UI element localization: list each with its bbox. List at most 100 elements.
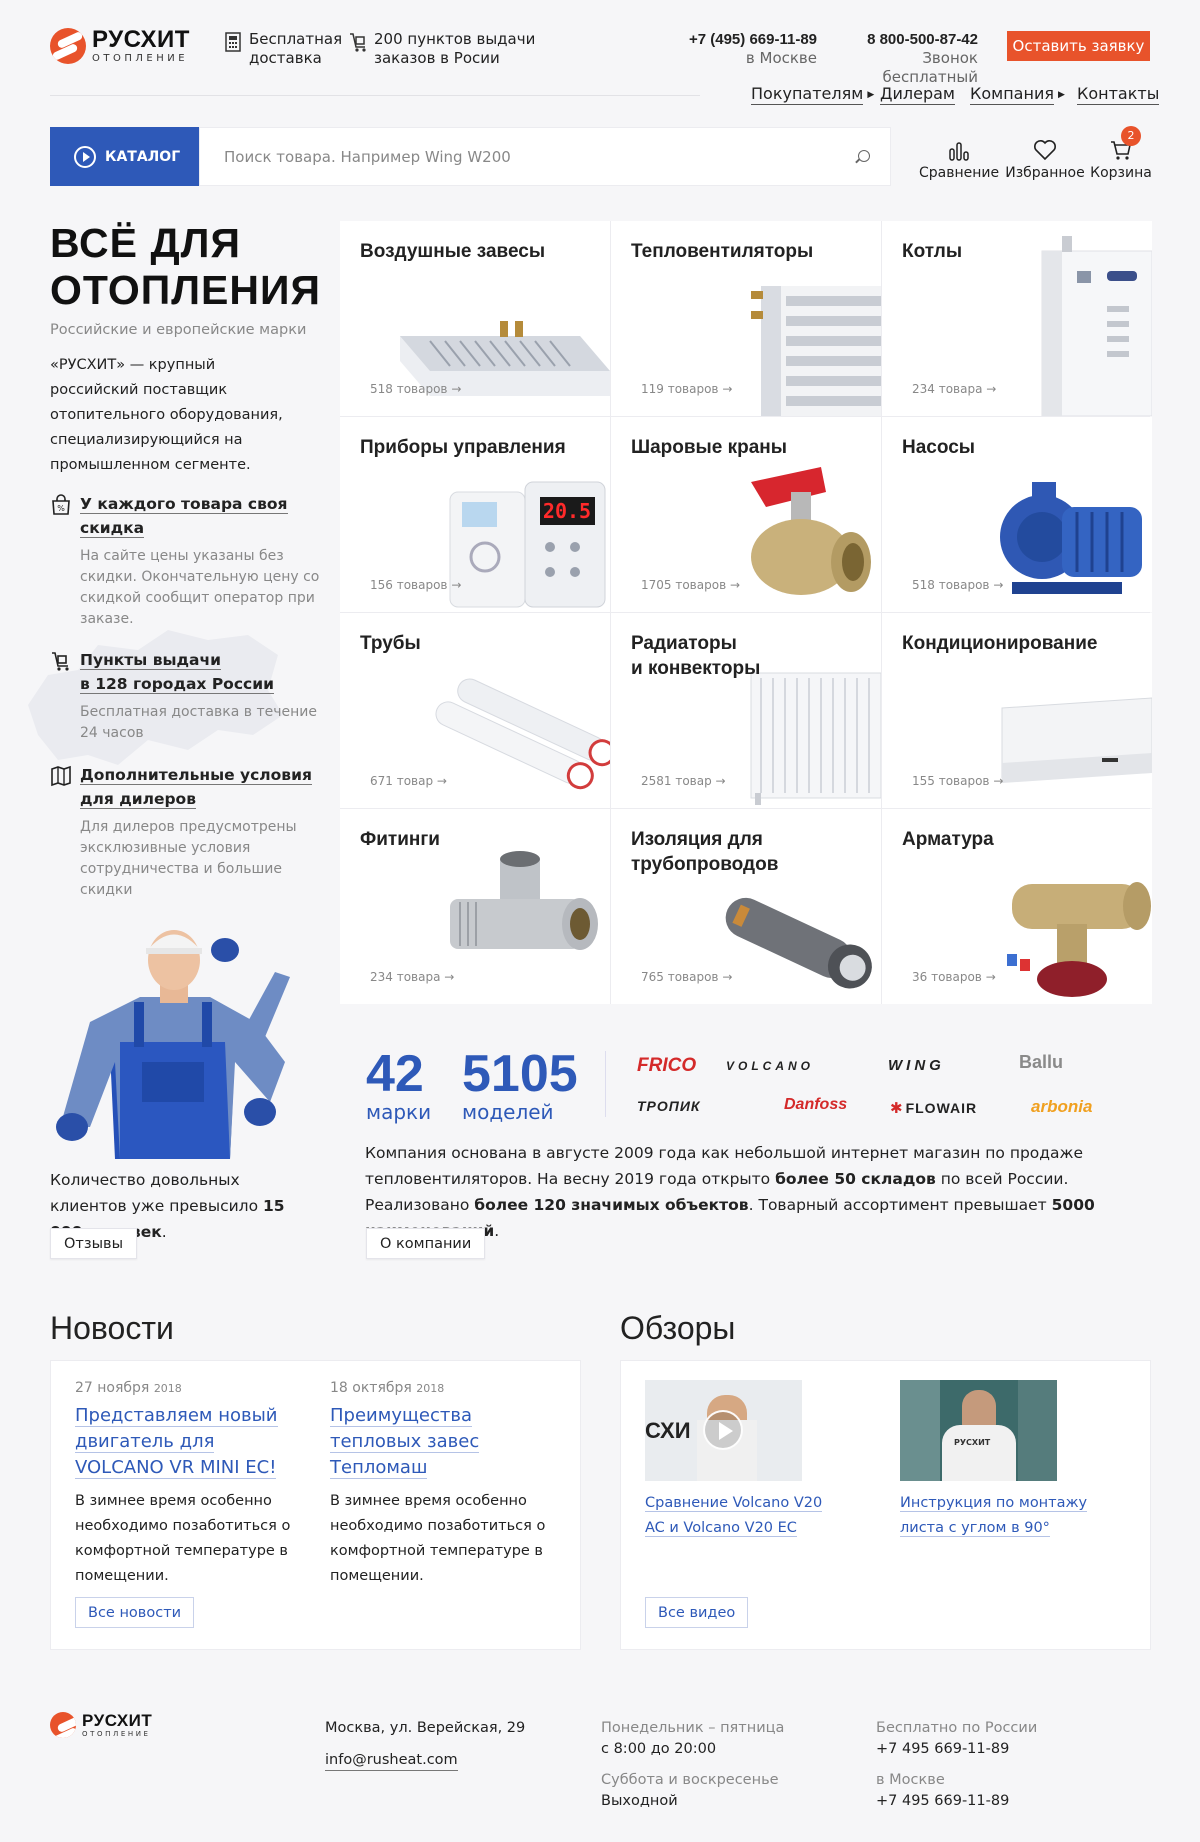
catalog-label: КАТАЛОГ	[105, 148, 181, 165]
news-title-link[interactable]: Представляем новый двигатель для VOLCANO…	[75, 1405, 278, 1479]
category-count[interactable]: 36 товаров →	[912, 970, 996, 984]
category-tile[interactable]: Радиаторы и конвекторы 2581 товар →	[611, 613, 881, 808]
category-tile[interactable]: Фитинги 234 товара →	[340, 809, 610, 1004]
brand-volcano[interactable]: VOLCANO	[726, 1059, 814, 1073]
category-count[interactable]: 518 товаров →	[912, 578, 1003, 592]
controller-image: 20.5	[449, 481, 606, 608]
nav-contacts-label: Контакты	[1077, 84, 1160, 105]
category-count[interactable]: 765 товаров →	[641, 970, 732, 984]
svg-text:%: %	[57, 504, 65, 513]
cart-dolly-icon	[350, 33, 366, 52]
category-tile[interactable]: Воздушные завесы 518 товаров →	[340, 221, 610, 416]
category-count[interactable]: 2581 товар →	[641, 774, 726, 788]
category-tile[interactable]: Шаровые краны 1705 товаров →	[611, 417, 881, 612]
category-count[interactable]: 119 товаров →	[641, 382, 732, 396]
video-thumb-text: РУСХИТ	[954, 1438, 991, 1447]
nav-company[interactable]: Компания ▶	[970, 84, 1065, 105]
news-title-link[interactable]: Преимущества тепловых завес Тепломаш	[330, 1405, 480, 1479]
category-count[interactable]: 156 товаров →	[370, 578, 461, 592]
brand-tropik[interactable]: ТРОПИК	[637, 1098, 701, 1114]
footer-phones: Бесплатно по России +7 495 669-11-89 в М…	[876, 1718, 1037, 1812]
logo-name: РУСХИТ	[92, 26, 190, 53]
search-icon[interactable]	[858, 150, 870, 162]
reviews-button[interactable]: Отзывы	[50, 1228, 138, 1259]
compare-tool[interactable]: Сравнение	[919, 135, 999, 181]
all-videos-button[interactable]: Все видео	[645, 1597, 749, 1628]
favorites-tool[interactable]: Избранное	[1005, 135, 1085, 181]
category-tile[interactable]: Трубы 671 товар →	[340, 613, 610, 808]
search-input[interactable]	[200, 128, 800, 185]
category-count[interactable]: 518 товаров →	[370, 382, 461, 396]
nav-dealers[interactable]: Дилерам	[880, 84, 955, 105]
news-year: 2018	[153, 1382, 182, 1395]
calculator-icon	[225, 32, 241, 52]
weekend-hours: Выходной	[601, 1793, 678, 1809]
feature-dealers-text: Для дилеров предусмотрены эксклюзивные у…	[80, 819, 297, 898]
feature-dealers-title-2[interactable]: для дилеров	[80, 790, 197, 809]
shopping-bag-icon: %	[52, 494, 70, 515]
category-title: Воздушные завесы	[360, 241, 546, 262]
intro-text: «РУСХИТ» — крупный российский поставщик …	[50, 357, 283, 473]
category-tile[interactable]: Кондиционирование 155 товаров →	[882, 613, 1152, 808]
valve-image	[1007, 882, 1151, 997]
feature-pickup-title-1[interactable]: Пункты выдачи	[80, 651, 222, 670]
category-tile[interactable]: Приборы управления 156 товаров → 20.5	[340, 417, 610, 612]
category-tile[interactable]: Арматура 36 товаров →	[882, 809, 1152, 1004]
moscow-phone[interactable]: +7 495 669-11-89	[876, 1791, 1037, 1812]
cart-count-badge: 2	[1121, 126, 1141, 146]
category-tile[interactable]: Котлы 234 товара →	[882, 221, 1152, 416]
cart-tool[interactable]: Корзина	[1090, 135, 1152, 181]
nav-buyers[interactable]: Покупателям ▶	[751, 84, 874, 105]
category-count[interactable]: 671 товар →	[370, 774, 447, 788]
brand-wing[interactable]: WING	[888, 1057, 945, 1074]
about-text-3: . Товарный ассортимент превышает	[748, 1196, 1052, 1214]
brand-arbonia[interactable]: arbonia	[1031, 1097, 1092, 1117]
category-count[interactable]: 155 товаров →	[912, 774, 1003, 788]
fan-heater-image	[751, 286, 881, 416]
news-heading: Новости	[50, 1310, 174, 1346]
free-phone[interactable]: +7 495 669-11-89	[876, 1739, 1037, 1760]
catalog-button[interactable]: КАТАЛОГ	[50, 127, 199, 186]
footer-logo[interactable]: РУСХИТ ОТОПЛЕНИЕ	[50, 1712, 152, 1738]
page-title: ВСЁ ДЛЯ ОТОПЛЕНИЯ	[50, 220, 321, 314]
feature-dealers-title-1[interactable]: Дополнительные условия	[80, 766, 312, 785]
phone-free[interactable]: 8 800-500-87-42	[830, 30, 978, 49]
pickup-line-2: заказов в Росии	[374, 49, 500, 67]
category-count[interactable]: 1705 товаров →	[641, 578, 740, 592]
video-thumbnail[interactable]: СХИ	[645, 1380, 802, 1481]
play-icon[interactable]	[703, 1410, 743, 1450]
weekdays-hours: с 8:00 до 20:00	[601, 1741, 717, 1757]
feature-discount: % У каждого товара своя скидка На сайте ц…	[50, 492, 320, 630]
logo-subtitle: ОТОПЛЕНИЕ	[92, 53, 189, 64]
category-count[interactable]: 234 товара →	[912, 382, 996, 396]
phone-moscow[interactable]: +7 (495) 669-11-89	[680, 30, 817, 49]
all-news-button[interactable]: Все новости	[75, 1597, 195, 1628]
category-count[interactable]: 234 товара →	[370, 970, 454, 984]
feature-pickup-title-2[interactable]: в 128 городах России	[80, 675, 274, 694]
moscow-phone-label: в Москве	[876, 1772, 945, 1788]
footer-email[interactable]: info@rusheat.com	[325, 1750, 458, 1771]
brand-flowair: FLOWAIR	[905, 1100, 978, 1116]
feature-discount-title-1[interactable]: У каждого товара своя	[80, 495, 288, 514]
brand-flowair-block[interactable]: ✱ FLOWAIR	[890, 1099, 977, 1117]
clients-text-2: уже превысило	[131, 1197, 259, 1215]
category-tile[interactable]: Изоляция для трубопроводов 765 товаров →	[611, 809, 881, 1004]
category-tile[interactable]: Насосы 518 товаров →	[882, 417, 1152, 612]
pickup-line-1: 200 пунктов выдачи	[374, 30, 536, 48]
video-item: СХИ Сравнение Volcano V20 AC и Volcano V…	[645, 1380, 845, 1541]
category-title: Приборы управления	[360, 437, 566, 458]
brand-frico[interactable]: FRICO	[637, 1055, 696, 1077]
logo[interactable]: РУСХИТ ОТОПЛЕНИЕ	[50, 28, 190, 64]
video-thumbnail[interactable]: РУСХИТ	[900, 1380, 1057, 1481]
nav-contacts[interactable]: Контакты	[1077, 84, 1160, 105]
feature-discount-title-2[interactable]: скидка	[80, 519, 145, 538]
category-tile[interactable]: Тепловентиляторы 119 товаров →	[611, 221, 881, 416]
brand-danfoss[interactable]: Danfoss	[784, 1096, 847, 1114]
weekdays-label: Понедельник – пятница	[601, 1720, 785, 1736]
delivery-line-2: доставка	[249, 49, 322, 67]
brand-ballu[interactable]: Ballu	[1019, 1052, 1063, 1073]
request-button[interactable]: Оставить заявку	[1007, 31, 1150, 61]
video-title-link[interactable]: Инструкция по монтажу листа с углом в 90…	[900, 1495, 1088, 1537]
about-button[interactable]: О компании	[366, 1228, 486, 1259]
video-title-link[interactable]: Сравнение Volcano V20 AC и Volcano V20 E…	[645, 1495, 823, 1537]
